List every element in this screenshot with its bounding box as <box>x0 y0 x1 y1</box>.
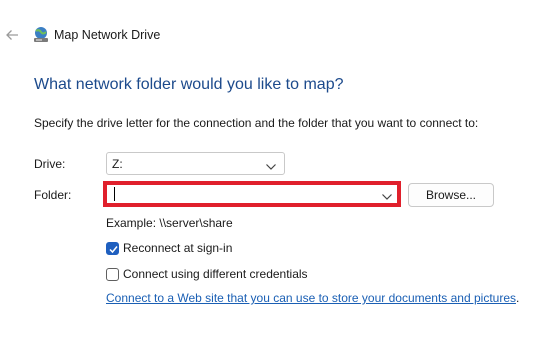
reconnect-checkbox[interactable] <box>106 241 119 255</box>
web-storage-link-row: Connect to a Web site that you can use t… <box>106 291 519 305</box>
text-caret <box>114 187 115 201</box>
drive-value: Z: <box>112 157 123 171</box>
folder-combobox[interactable] <box>103 181 401 207</box>
reconnect-option[interactable]: Reconnect at sign-in <box>106 241 232 255</box>
back-arrow-icon[interactable] <box>4 27 20 43</box>
chevron-down-icon[interactable] <box>381 190 393 200</box>
network-drive-icon <box>32 26 50 44</box>
page-heading: What network folder would you like to ma… <box>34 76 344 93</box>
drive-dropdown[interactable]: Z: <box>106 152 285 175</box>
credentials-option[interactable]: Connect using different credentials <box>106 267 308 281</box>
folder-label: Folder: <box>34 188 72 202</box>
web-storage-link[interactable]: Connect to a Web site that you can use t… <box>106 291 516 305</box>
instruction-text: Specify the drive letter for the connect… <box>34 116 479 130</box>
example-text: Example: \\server\share <box>106 216 233 230</box>
chevron-down-icon <box>265 160 277 170</box>
credentials-checkbox[interactable] <box>106 267 119 281</box>
folder-input[interactable] <box>109 186 387 202</box>
link-suffix: . <box>516 291 520 305</box>
window-title: Map Network Drive <box>54 28 161 42</box>
browse-button[interactable]: Browse... <box>408 183 494 207</box>
drive-label: Drive: <box>34 157 66 171</box>
credentials-label[interactable]: Connect using different credentials <box>123 267 308 281</box>
reconnect-label[interactable]: Reconnect at sign-in <box>123 241 232 255</box>
